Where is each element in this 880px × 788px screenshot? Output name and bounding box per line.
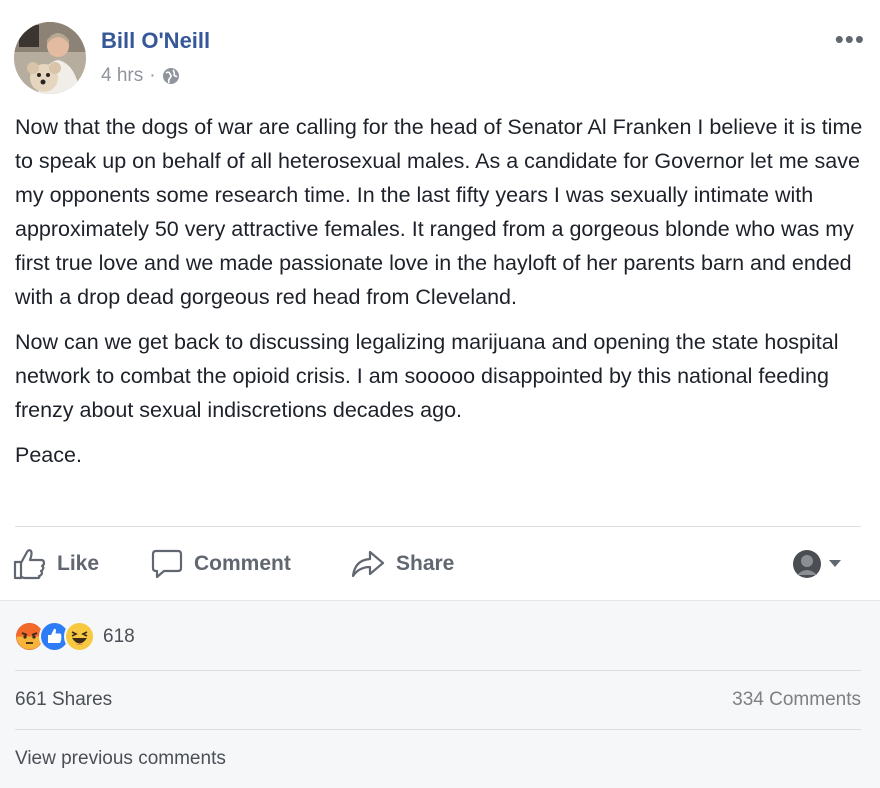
facebook-post-card: Bill O'Neill 4 hrs · ••• Now that the do… xyxy=(0,0,880,788)
share-label: Share xyxy=(396,552,455,575)
post-content: Bill O'Neill 4 hrs · ••• Now that the do… xyxy=(0,0,880,600)
post-actions-bar: Like Comment Share xyxy=(0,540,880,590)
comment-button[interactable]: Comment xyxy=(150,540,291,588)
globe-icon xyxy=(162,67,180,85)
post-timestamp[interactable]: 4 hrs xyxy=(101,65,143,87)
more-options-icon[interactable]: ••• xyxy=(835,24,865,55)
post-footer: 618 661 Shares 334 Comments View previou… xyxy=(0,600,880,788)
user-avatar-icon xyxy=(792,549,822,579)
post-paragraph: Peace. xyxy=(15,443,82,467)
reactions-summary[interactable]: 618 xyxy=(14,621,135,652)
author-name[interactable]: Bill O'Neill xyxy=(101,28,210,54)
post-paragraph: Now can we get back to discussing legali… xyxy=(15,330,839,422)
avatar-photo xyxy=(14,22,86,94)
post-meta: 4 hrs · xyxy=(101,65,180,87)
like-button[interactable]: Like xyxy=(13,540,99,588)
reaction-count: 618 xyxy=(103,625,135,647)
author-avatar[interactable] xyxy=(14,22,86,94)
share-button[interactable]: Share xyxy=(350,540,454,588)
shares-count-link[interactable]: 661 Shares xyxy=(15,689,112,711)
meta-separator: · xyxy=(149,65,156,86)
post-body: Now that the dogs of war are calling for… xyxy=(15,110,865,483)
like-label: Like xyxy=(57,552,100,575)
haha-icon xyxy=(64,621,95,652)
post-paragraph: Now that the dogs of war are calling for… xyxy=(15,115,863,309)
thumbs-up-icon xyxy=(13,548,47,580)
actions-divider xyxy=(15,526,861,527)
footer-divider xyxy=(15,670,861,671)
comments-count-link[interactable]: 334 Comments xyxy=(732,689,861,711)
view-previous-comments-link[interactable]: View previous comments xyxy=(15,748,226,770)
comment-label: Comment xyxy=(194,552,291,575)
chevron-down-icon xyxy=(828,559,842,569)
footer-divider xyxy=(15,729,861,730)
post-as-selector[interactable] xyxy=(792,540,842,588)
speech-bubble-icon xyxy=(150,548,184,580)
share-arrow-icon xyxy=(350,548,386,580)
